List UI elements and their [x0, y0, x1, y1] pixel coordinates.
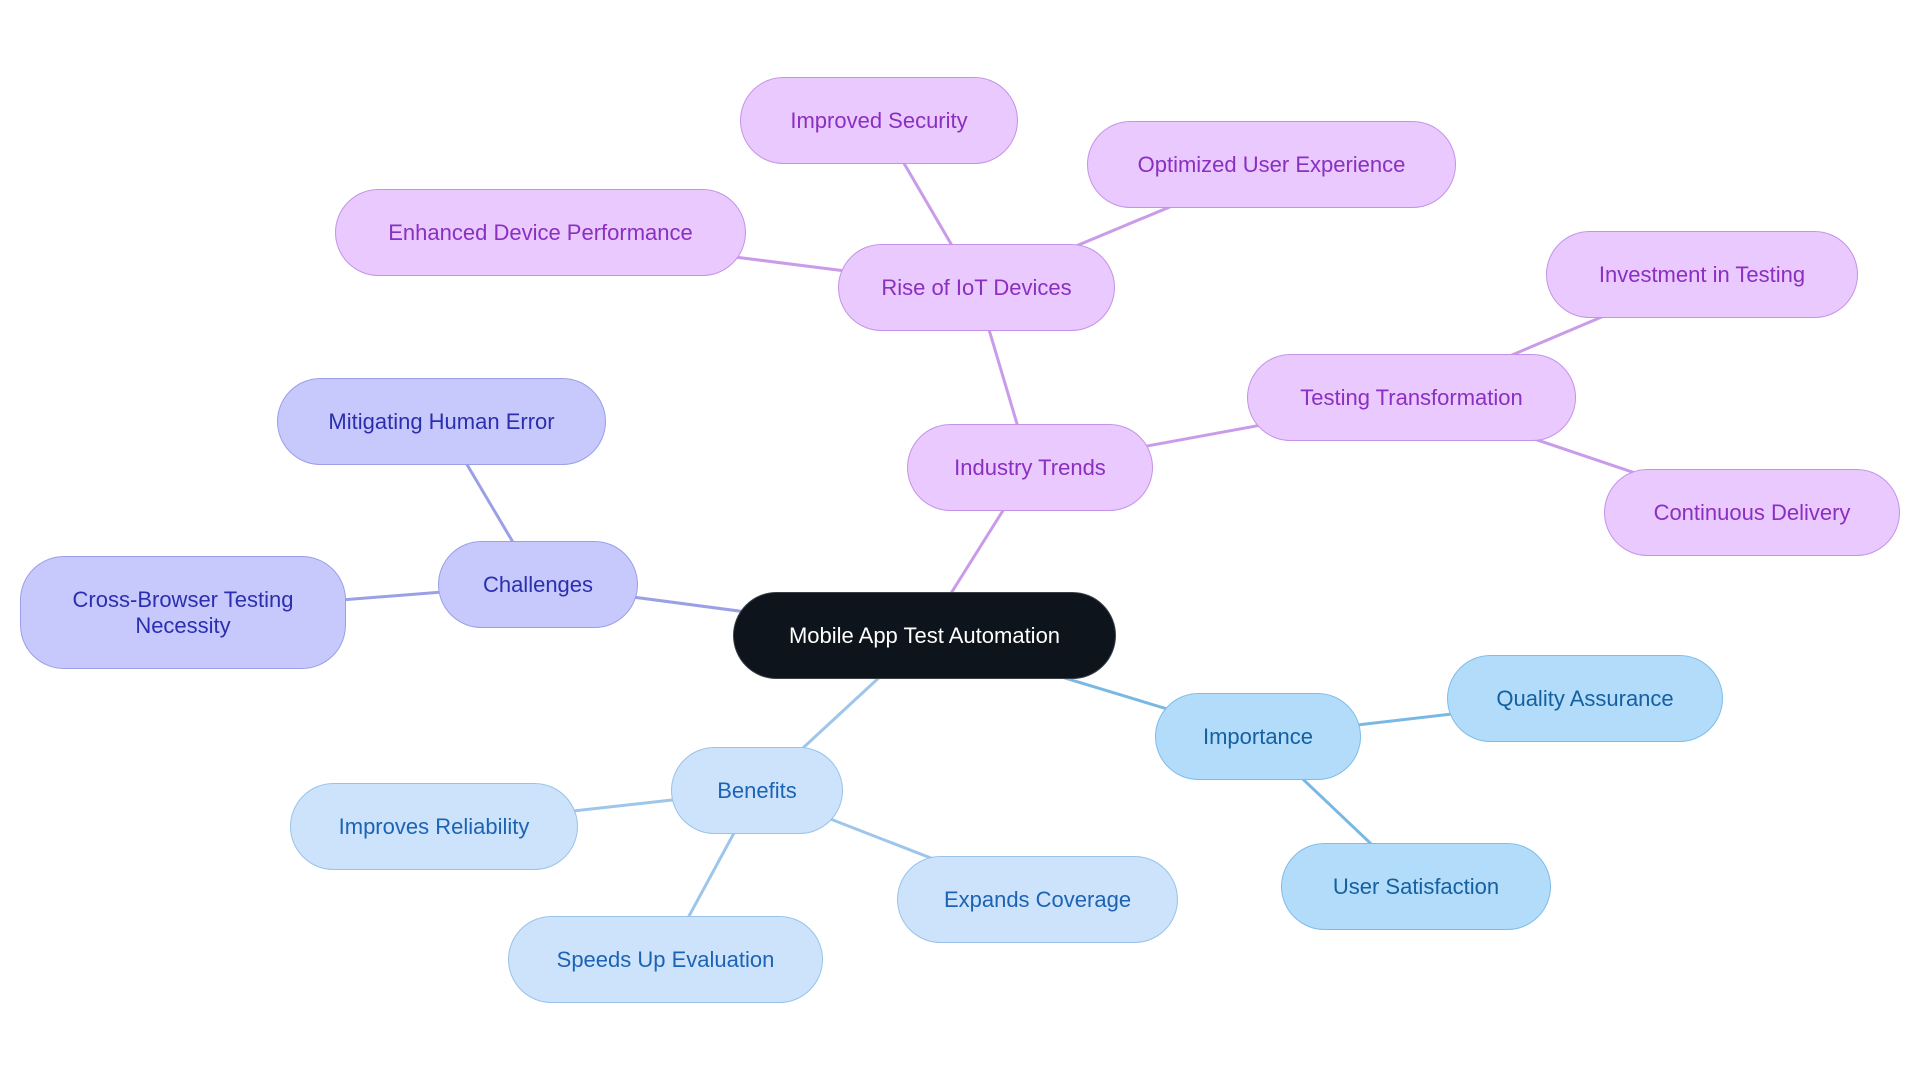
node-optimized-user-experience[interactable]: Optimized User Experience	[1087, 121, 1456, 208]
node-enhanced-device-performance[interactable]: Enhanced Device Performance	[335, 189, 746, 276]
node-improves-reliability[interactable]: Improves Reliability	[290, 783, 578, 870]
node-rise-of-iot-devices[interactable]: Rise of IoT Devices	[838, 244, 1115, 331]
node-testing-transformation[interactable]: Testing Transformation	[1247, 354, 1576, 441]
node-cross-browser-testing-necessity[interactable]: Cross-Browser Testing Necessity	[20, 556, 346, 669]
node-investment-in-testing[interactable]: Investment in Testing	[1546, 231, 1858, 318]
root-node[interactable]: Mobile App Test Automation	[733, 592, 1116, 679]
node-importance[interactable]: Importance	[1155, 693, 1361, 780]
node-mitigating-human-error[interactable]: Mitigating Human Error	[277, 378, 606, 465]
node-quality-assurance[interactable]: Quality Assurance	[1447, 655, 1723, 742]
node-improved-security[interactable]: Improved Security	[740, 77, 1018, 164]
node-industry-trends[interactable]: Industry Trends	[907, 424, 1153, 511]
node-challenges[interactable]: Challenges	[438, 541, 638, 628]
node-expands-coverage[interactable]: Expands Coverage	[897, 856, 1178, 943]
node-continuous-delivery[interactable]: Continuous Delivery	[1604, 469, 1900, 556]
node-benefits[interactable]: Benefits	[671, 747, 843, 834]
node-speeds-up-evaluation[interactable]: Speeds Up Evaluation	[508, 916, 823, 1003]
node-user-satisfaction[interactable]: User Satisfaction	[1281, 843, 1551, 930]
